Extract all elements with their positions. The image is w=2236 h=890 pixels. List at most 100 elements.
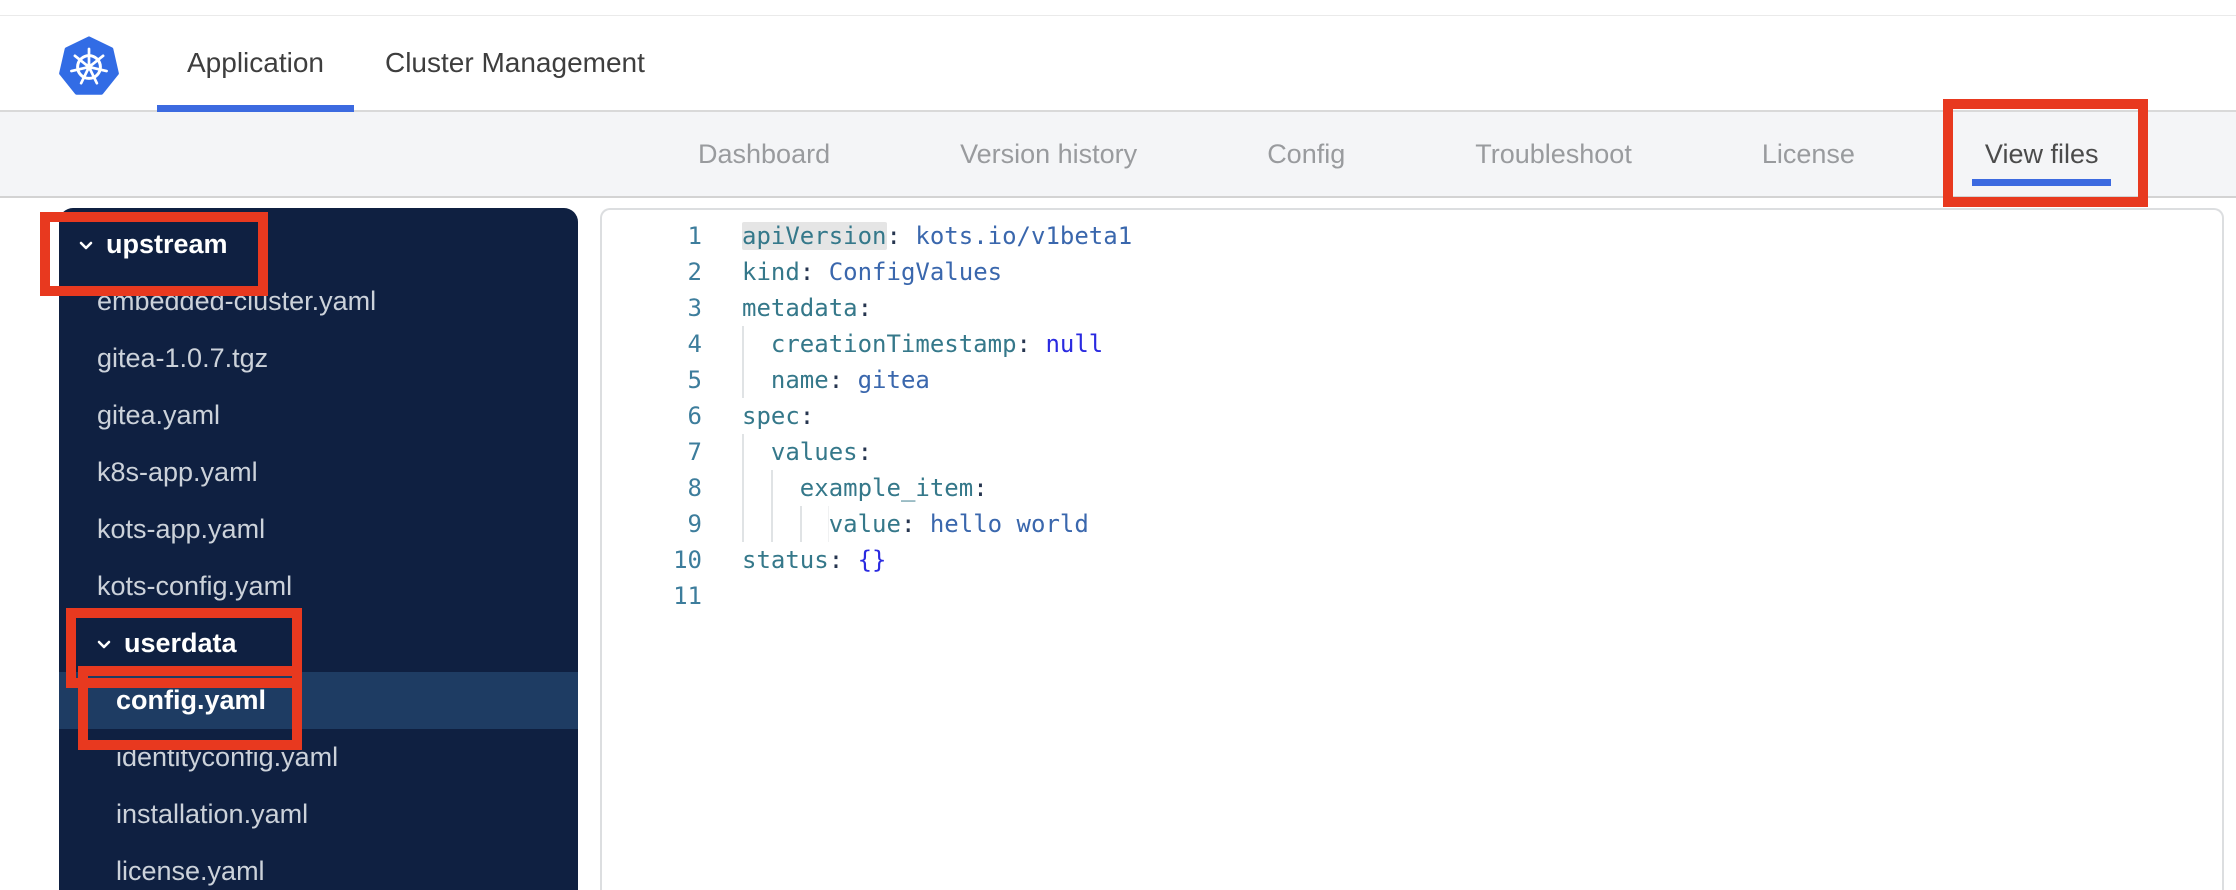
line-number: 3 (687, 294, 702, 322)
tab-application[interactable]: Application (157, 16, 354, 112)
file-content-editor[interactable]: 1 apiVersion: kots.io/v1beta1 2 kind: Confi… (600, 208, 2224, 890)
indent-guides (742, 506, 829, 542)
file-label: identityconfig.yaml (116, 742, 339, 772)
subnav-item-label: License (1761, 138, 1855, 169)
file-tree-panel: upstream embedded-cluster.yaml gitea-1.0.7… (59, 208, 578, 890)
line-number: 6 (687, 402, 702, 430)
code-text: example_item: (729, 470, 988, 506)
file-label: config.yaml (116, 685, 267, 715)
token-str: ConfigValues (828, 258, 1003, 286)
code-line-3: 3 metadata: (602, 290, 2222, 326)
code-line-4: 4 creationTimestamp: null (602, 326, 2222, 362)
file-identityconfig-yaml[interactable]: identityconfig.yaml (59, 729, 578, 786)
code-line-5: 5 name: gitea (602, 362, 2222, 398)
file-license-yaml[interactable]: license.yaml (59, 843, 578, 890)
tab-cluster-management[interactable]: Cluster Management (385, 16, 645, 110)
token-colon: : (828, 546, 858, 574)
token-str: gitea (857, 366, 930, 394)
subnav-item-license[interactable]: License (1747, 112, 1870, 196)
token-key: value (828, 510, 901, 538)
subnav-item-version-history[interactable]: Version history (945, 112, 1152, 196)
token-colon: : (799, 258, 829, 286)
token-key: example_item (799, 474, 974, 502)
code-line-8: 8 example_item: (602, 470, 2222, 506)
code-line-11: 11 (602, 578, 2222, 614)
token-key: apiVersion (742, 222, 887, 250)
token-colon: : (828, 366, 858, 394)
token-colon: : (973, 474, 988, 502)
token-const: {} (857, 546, 887, 574)
file-label: embedded-cluster.yaml (97, 286, 377, 316)
folder-upstream[interactable]: upstream (59, 216, 578, 273)
code-text: name: gitea (729, 362, 930, 398)
line-number: 5 (687, 366, 702, 394)
subnav-item-label: Config (1267, 138, 1346, 169)
code-line-1: 1 apiVersion: kots.io/v1beta1 (602, 218, 2222, 254)
indent-guides (742, 470, 800, 506)
token-str: hello world (929, 510, 1089, 538)
code-line-10: 10 status: {} (602, 542, 2222, 578)
line-number: 4 (687, 330, 702, 358)
file-label: gitea-1.0.7.tgz (97, 343, 269, 373)
indent-guides (742, 434, 771, 470)
file-k8s-app-yaml[interactable]: k8s-app.yaml (59, 444, 578, 501)
token-const: null (1045, 330, 1104, 358)
token-key: creationTimestamp (770, 330, 1017, 358)
token-str: kots.io/v1beta1 (915, 222, 1133, 250)
subnav-item-label: Troubleshoot (1475, 138, 1632, 169)
code-line-2: 2 kind: ConfigValues (602, 254, 2222, 290)
code-text: value: hello world (729, 506, 1089, 542)
line-number: 11 (673, 582, 702, 610)
file-gitea-yaml[interactable]: gitea.yaml (59, 387, 578, 444)
code-text: apiVersion: kots.io/v1beta1 (729, 218, 1132, 254)
code-line-9: 9 value: hello world (602, 506, 2222, 542)
line-number: 7 (687, 438, 702, 466)
line-number: 9 (687, 510, 702, 538)
subnav-item-troubleshoot[interactable]: Troubleshoot (1460, 112, 1647, 196)
file-gitea-1-0-7-tgz[interactable]: gitea-1.0.7.tgz (59, 330, 578, 387)
subnav-item-config[interactable]: Config (1252, 112, 1360, 196)
token-key: spec (742, 402, 800, 430)
folder-label: upstream (106, 229, 228, 259)
code-text: metadata: (729, 290, 872, 326)
token-colon: : (857, 438, 873, 466)
file-config-yaml[interactable]: config.yaml (59, 672, 578, 729)
file-label: license.yaml (116, 856, 265, 886)
line-number: 10 (673, 546, 702, 574)
file-installation-yaml[interactable]: installation.yaml (59, 786, 578, 843)
code-text: values: (729, 434, 872, 470)
token-key: values (770, 438, 858, 466)
subnav-item-view-files[interactable]: View files (1970, 112, 2114, 196)
chevron-down-icon (92, 632, 116, 656)
token-colon: : (799, 402, 815, 430)
token-key: metadata (742, 294, 858, 322)
subnav-item-label: Version history (960, 138, 1138, 169)
file-label: kots-app.yaml (97, 514, 266, 544)
file-embedded-cluster-yaml[interactable]: embedded-cluster.yaml (59, 273, 578, 330)
app-subnav: Dashboard Version history Config Troublesho… (0, 112, 2236, 198)
file-kots-config-yaml[interactable]: kots-config.yaml (59, 558, 578, 615)
subnav-item-dashboard[interactable]: Dashboard (683, 112, 845, 196)
folder-userdata[interactable]: userdata (59, 615, 578, 672)
token-colon: : (857, 294, 873, 322)
tab-label: Cluster Management (384, 47, 645, 78)
indent-guides (742, 326, 771, 362)
app-header: Application Cluster Management (0, 16, 2236, 112)
kubernetes-logo-icon (59, 36, 119, 98)
file-label: gitea.yaml (97, 400, 221, 430)
file-label: k8s-app.yaml (97, 457, 258, 487)
folder-label: userdata (124, 628, 237, 658)
code-text: status: {} (729, 542, 887, 578)
token-colon: : (886, 222, 916, 250)
line-number: 8 (687, 474, 702, 502)
code-line-6: 6 spec: (602, 398, 2222, 434)
file-label: installation.yaml (116, 799, 309, 829)
file-kots-app-yaml[interactable]: kots-app.yaml (59, 501, 578, 558)
code-line-7: 7 values: (602, 434, 2222, 470)
token-colon: : (900, 510, 930, 538)
chevron-down-icon (74, 233, 98, 257)
tab-label: Application (187, 47, 324, 78)
subnav-item-label: Dashboard (698, 138, 831, 169)
token-key: status (742, 546, 829, 574)
